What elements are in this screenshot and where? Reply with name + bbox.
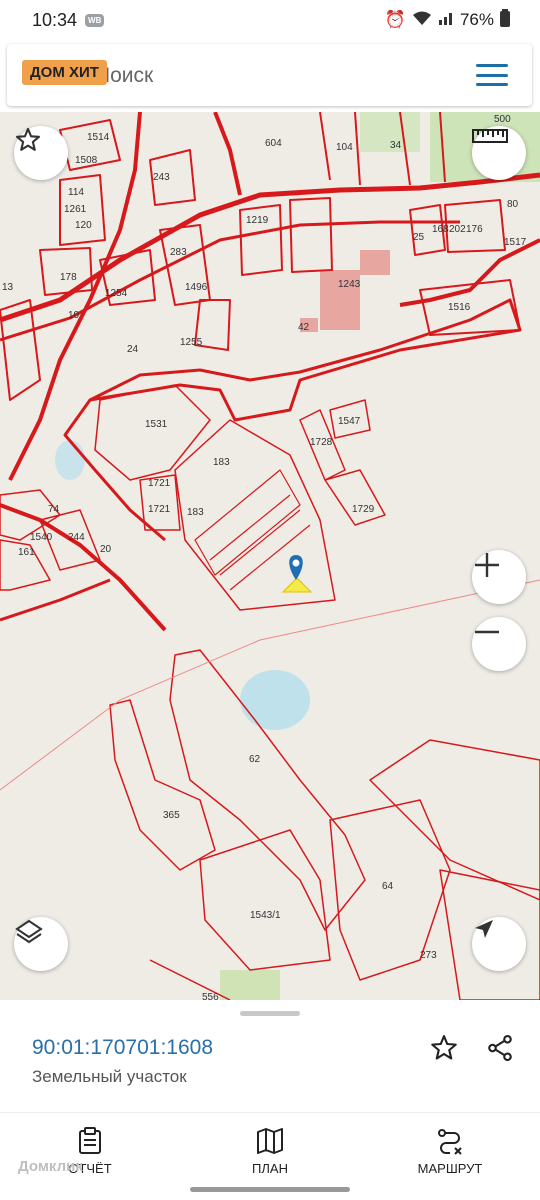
- star-icon: [431, 1035, 457, 1060]
- route-icon: [438, 1129, 462, 1155]
- cadastral-number[interactable]: 90:01:170701:1608: [32, 1036, 213, 1060]
- star-icon: [15, 127, 41, 151]
- brand-logo: ДОМ ХИТ: [22, 60, 107, 85]
- map-canvas[interactable]: [0, 112, 540, 1000]
- ruler-icon: [472, 129, 508, 143]
- layers-icon: [15, 919, 43, 944]
- clipboard-icon: [79, 1127, 101, 1154]
- home-indicator: [190, 1187, 350, 1192]
- wifi-icon: [412, 10, 432, 31]
- layers-button[interactable]: [14, 917, 68, 971]
- nav-route[interactable]: МАРШРУТ: [360, 1113, 540, 1200]
- watermark: Домклик: [18, 1158, 83, 1175]
- cadastral-map[interactable]: 1514 1508 243 114 1261 120 178 13 1254 1…: [0, 112, 540, 1000]
- navigation-arrow-icon: [475, 920, 493, 938]
- minus-icon: [475, 630, 499, 634]
- share-button[interactable]: [480, 1028, 520, 1068]
- my-location-button[interactable]: [472, 917, 526, 971]
- battery-icon: [500, 8, 510, 32]
- nav-report[interactable]: ОТЧЁТ: [0, 1113, 180, 1200]
- zoom-in-button[interactable]: [472, 550, 526, 604]
- status-time: 10:34: [32, 9, 78, 30]
- sheet-drag-handle[interactable]: [240, 1011, 300, 1016]
- menu-icon-line: [476, 83, 508, 86]
- favorite-map-button[interactable]: [14, 126, 68, 180]
- status-right: ⏰ 76%: [384, 8, 510, 32]
- alarm-icon: ⏰: [384, 10, 406, 29]
- nav-plan-label: ПЛАН: [252, 1161, 288, 1176]
- menu-icon-line: [476, 64, 508, 67]
- battery-text: 76%: [459, 10, 494, 29]
- status-bar: 10:34 WB ⏰ 76%: [0, 0, 540, 40]
- nav-route-label: МАРШРУТ: [417, 1161, 483, 1176]
- wb-badge: WB: [85, 13, 105, 27]
- zoom-out-button[interactable]: [472, 617, 526, 671]
- menu-button[interactable]: [470, 58, 514, 92]
- share-icon: [488, 1034, 512, 1062]
- ruler-button[interactable]: [472, 126, 526, 180]
- parcel-bottom-sheet[interactable]: 90:01:170701:1608 Земельный участок: [0, 1000, 540, 1112]
- parcel-type: Земельный участок: [32, 1067, 187, 1086]
- signal-icon: [438, 10, 454, 31]
- plus-icon: [475, 553, 499, 577]
- status-left: 10:34 WB: [32, 9, 105, 31]
- favorite-button[interactable]: [424, 1028, 464, 1068]
- map-icon: [257, 1128, 283, 1154]
- menu-icon-line: [476, 73, 508, 77]
- location-marker-icon[interactable]: [289, 555, 303, 580]
